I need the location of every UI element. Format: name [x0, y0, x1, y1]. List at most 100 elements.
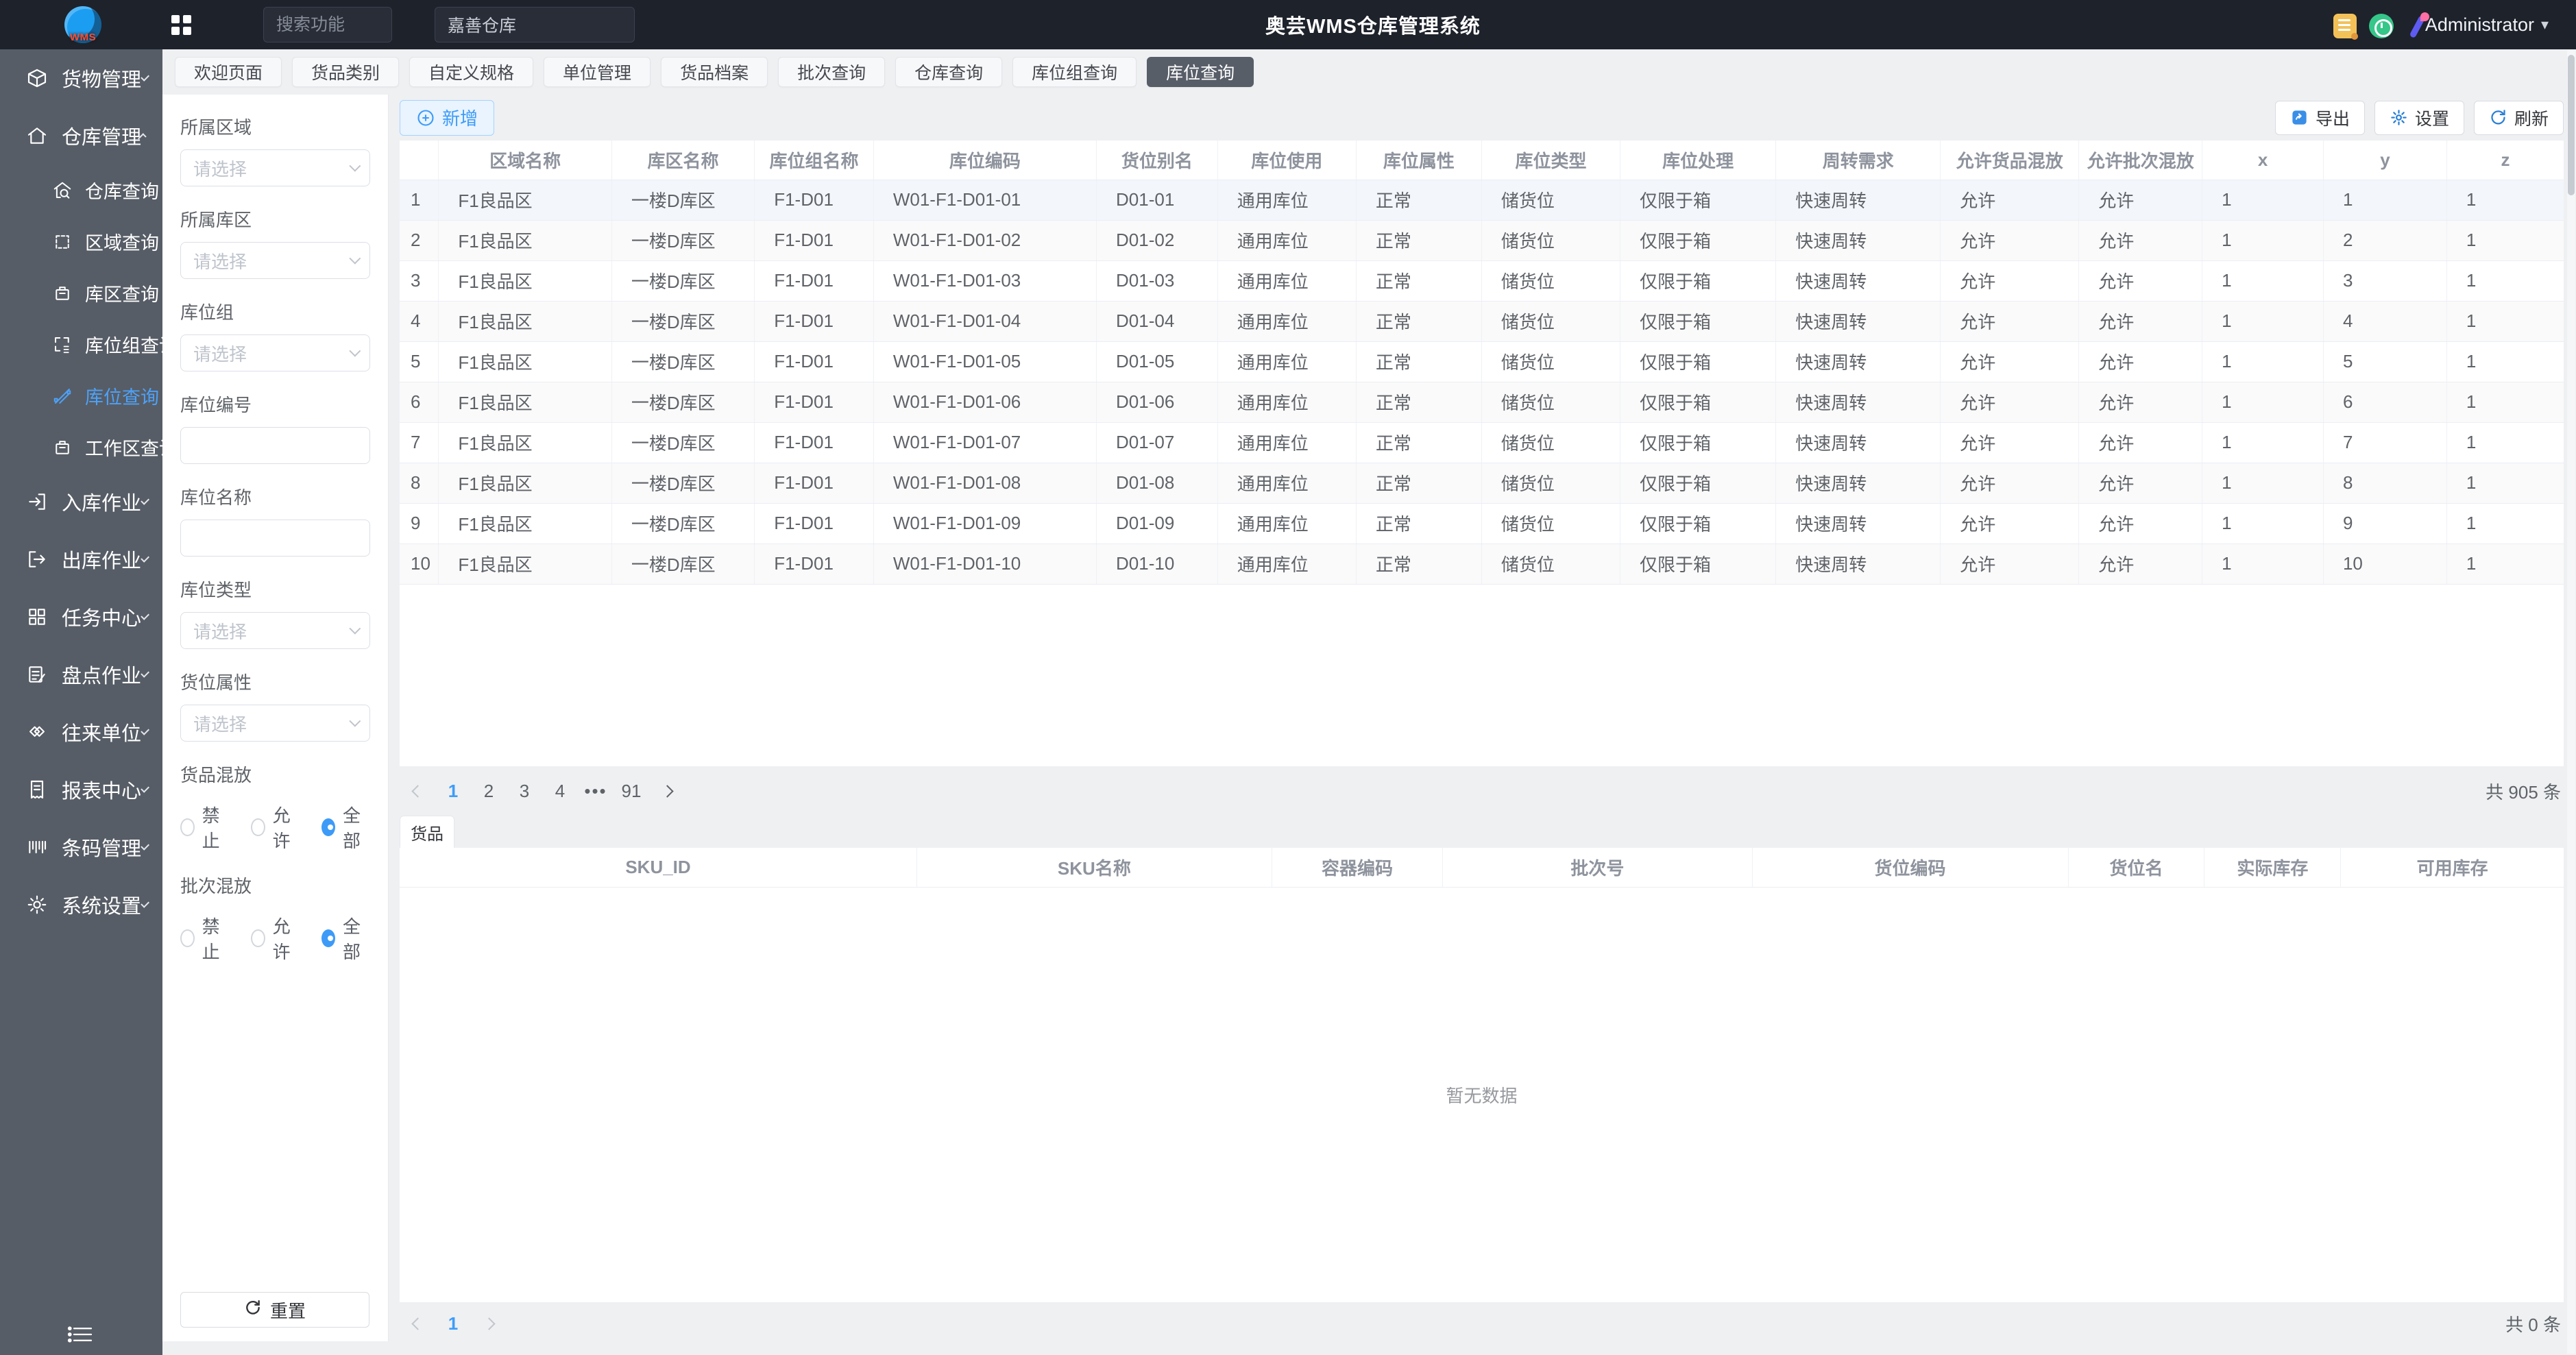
- filter-panel: 所属区域 请选择 所属库区 请选择 库位组 请选择 库位编号 库位名称 库位类型…: [162, 95, 389, 1341]
- sidebar-item-inbound[interactable]: 入库作业: [0, 473, 162, 530]
- slot-attribute-select[interactable]: 请选择: [180, 705, 370, 742]
- table-cell: 允许: [2079, 301, 2202, 341]
- settings-button[interactable]: 设置: [2374, 101, 2464, 135]
- sidebar-item-region-query[interactable]: 区域查询: [0, 216, 162, 267]
- slot-group-select[interactable]: 请选择: [180, 334, 370, 371]
- slot-name-input[interactable]: [180, 520, 370, 557]
- region-icon: [52, 232, 73, 252]
- chevron-down-icon: [141, 669, 149, 678]
- page-button[interactable]: 1: [438, 775, 468, 807]
- tab-slot-query[interactable]: 库位查询: [1147, 57, 1254, 87]
- sidebar-item-goods[interactable]: 货物管理: [0, 49, 162, 107]
- table-row[interactable]: 2F1良品区一楼D库区F1-D01W01-F1-D01-02D01-02通用库位…: [400, 220, 2564, 260]
- tab-batch-query[interactable]: 批次查询: [778, 57, 885, 87]
- tab-welcome[interactable]: 欢迎页面: [175, 57, 282, 87]
- tab-slot-group-query[interactable]: 库位组查询: [1012, 57, 1137, 87]
- collapse-menu-icon[interactable]: [67, 1323, 95, 1345]
- slot-code-input[interactable]: [180, 427, 370, 464]
- tab-goods-detail[interactable]: 货品: [400, 816, 454, 848]
- sidebar-item-partners[interactable]: 往来单位: [0, 703, 162, 761]
- filter-label: 货品混放: [180, 761, 370, 787]
- export-button[interactable]: 导出: [2275, 101, 2365, 135]
- sidebar-item-task-center[interactable]: 任务中心: [0, 588, 162, 646]
- radio-option-selected[interactable]: 全部: [321, 802, 370, 853]
- function-search-input[interactable]: [263, 7, 392, 42]
- table-cell: D01-05: [1097, 341, 1218, 382]
- radio-option[interactable]: 禁止: [180, 913, 229, 964]
- slot-table: 区域名称库区名称库位组名称库位编码货位别名库位使用库位属性库位类型库位处理周转需…: [400, 141, 2564, 585]
- tab-goods-archive[interactable]: 货品档案: [661, 57, 768, 87]
- chevron-down-icon: [349, 253, 361, 265]
- table-cell: D01-03: [1097, 260, 1218, 301]
- table-cell: 通用库位: [1217, 220, 1356, 260]
- table-row[interactable]: 7F1良品区一楼D库区F1-D01W01-F1-D01-07D01-07通用库位…: [400, 422, 2564, 463]
- tab-unit-management[interactable]: 单位管理: [544, 57, 651, 87]
- reset-button[interactable]: 重置: [180, 1292, 369, 1328]
- page-button[interactable]: 3: [509, 775, 539, 807]
- slot-type-select[interactable]: 请选择: [180, 612, 370, 649]
- sidebar-item-storage-area-query[interactable]: 库区查询: [0, 267, 162, 319]
- table-cell: 正常: [1356, 503, 1481, 544]
- column-header: SKU名称: [917, 848, 1272, 887]
- sidebar-item-slot-group-query[interactable]: 库位组查询: [0, 319, 162, 370]
- table-row[interactable]: 1F1良品区一楼D库区F1-D01W01-F1-D01-01D01-01通用库位…: [400, 180, 2564, 220]
- table-row[interactable]: 9F1良品区一楼D库区F1-D01W01-F1-D01-09D01-09通用库位…: [400, 503, 2564, 544]
- notes-icon[interactable]: [2333, 14, 2357, 38]
- user-menu[interactable]: Administrator ▾: [2425, 0, 2549, 49]
- table-cell: 1: [2202, 260, 2324, 301]
- prev-page-button[interactable]: [402, 1308, 433, 1339]
- table-cell: 正常: [1356, 220, 1481, 260]
- more-pages-button[interactable]: •••: [581, 775, 611, 807]
- radio-option[interactable]: 禁止: [180, 802, 229, 853]
- tab-custom-spec[interactable]: 自定义规格: [409, 57, 533, 87]
- sidebar-item-barcode[interactable]: 条码管理: [0, 818, 162, 876]
- scrollbar-thumb[interactable]: [2568, 55, 2575, 195]
- column-header: 可用库存: [2341, 848, 2564, 887]
- region-select[interactable]: 请选择: [180, 149, 370, 186]
- table-cell: 4: [2323, 301, 2446, 341]
- page-button[interactable]: 4: [545, 775, 575, 807]
- tab-goods-category[interactable]: 货品类别: [292, 57, 399, 87]
- clock-icon[interactable]: [2369, 14, 2394, 38]
- table-cell: 通用库位: [1217, 544, 1356, 584]
- next-page-button[interactable]: [474, 1308, 504, 1339]
- table-row[interactable]: 10F1良品区一楼D库区F1-D01W01-F1-D01-10D01-10通用库…: [400, 544, 2564, 584]
- table-cell: 允许: [2079, 422, 2202, 463]
- vertical-scrollbar[interactable]: [2567, 51, 2575, 1354]
- table-cell: 1: [2202, 180, 2324, 220]
- table-cell: D01-07: [1097, 422, 1218, 463]
- radio-option[interactable]: 允许: [251, 913, 300, 964]
- radio-icon: [180, 818, 195, 836]
- table-cell: 储货位: [1481, 422, 1620, 463]
- next-page-button[interactable]: [652, 775, 682, 807]
- sidebar-item-warehouse-query[interactable]: 仓库查询: [0, 164, 162, 216]
- refresh-button[interactable]: 刷新: [2474, 101, 2564, 135]
- table-row[interactable]: 4F1良品区一楼D库区F1-D01W01-F1-D01-04D01-04通用库位…: [400, 301, 2564, 341]
- sidebar-item-settings[interactable]: 系统设置: [0, 876, 162, 933]
- sidebar-item-stocktake[interactable]: 盘点作业: [0, 646, 162, 703]
- prev-page-button[interactable]: [402, 775, 433, 807]
- page-button[interactable]: 91: [616, 775, 646, 807]
- sidebar-item-warehouse[interactable]: 仓库管理: [0, 107, 162, 164]
- topbar-icon-tray: [2333, 12, 2431, 40]
- main-content: 新增 导出 设置 刷新 区域名称库区名称库位组名称库位编码货位别名库位使用库位属…: [389, 95, 2576, 1355]
- table-row[interactable]: 5F1良品区一楼D库区F1-D01W01-F1-D01-05D01-05通用库位…: [400, 341, 2564, 382]
- table-cell: 1: [2202, 544, 2324, 584]
- radio-option[interactable]: 允许: [251, 802, 300, 853]
- page-button[interactable]: 1: [438, 1308, 468, 1339]
- table-row[interactable]: 6F1良品区一楼D库区F1-D01W01-F1-D01-06D01-06通用库位…: [400, 382, 2564, 422]
- table-row[interactable]: 8F1良品区一楼D库区F1-D01W01-F1-D01-08D01-08通用库位…: [400, 463, 2564, 503]
- table-row[interactable]: 3F1良品区一楼D库区F1-D01W01-F1-D01-03D01-03通用库位…: [400, 260, 2564, 301]
- sidebar-item-outbound[interactable]: 出库作业: [0, 530, 162, 588]
- tab-warehouse-query[interactable]: 仓库查询: [895, 57, 1002, 87]
- add-button[interactable]: 新增: [400, 100, 494, 136]
- radio-option-selected[interactable]: 全部: [321, 913, 370, 964]
- table-cell: 快速周转: [1776, 544, 1941, 584]
- sidebar-item-slot-query[interactable]: 库位查询: [0, 370, 162, 422]
- storage-area-select[interactable]: 请选择: [180, 242, 370, 279]
- apps-grid-icon[interactable]: [171, 15, 191, 35]
- page-button[interactable]: 2: [474, 775, 504, 807]
- warehouse-select-input[interactable]: [435, 7, 635, 42]
- sidebar-item-reports[interactable]: 报表中心: [0, 761, 162, 818]
- sidebar-item-workzone-query[interactable]: 工作区查询: [0, 422, 162, 473]
